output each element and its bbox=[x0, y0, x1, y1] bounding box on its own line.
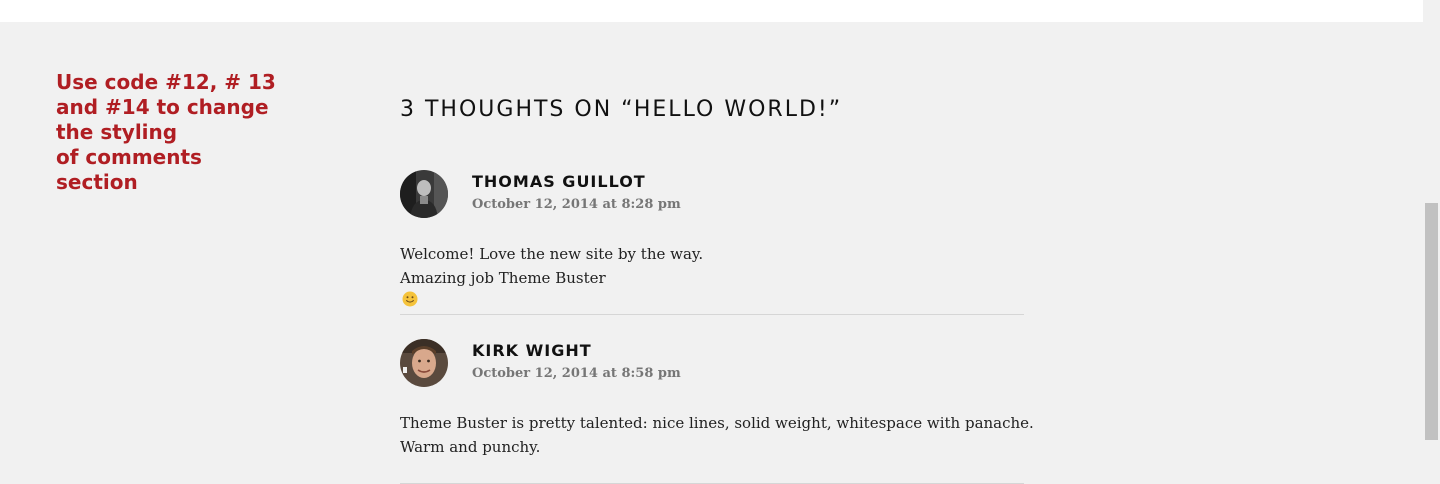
avatar[interactable] bbox=[400, 339, 448, 387]
comment-date[interactable]: October 12, 2014 at 8:58 pm bbox=[472, 366, 681, 381]
comment-date[interactable]: October 12, 2014 at 8:28 pm bbox=[472, 197, 681, 212]
annotation-line: the styling bbox=[56, 120, 178, 144]
comment-line: Warm and punchy. bbox=[400, 438, 541, 456]
annotation-line: section bbox=[56, 170, 138, 194]
annotation-note: Use code #12, # 13 and #14 to change the… bbox=[56, 70, 296, 195]
comment-line-text: Amazing job Theme Buster bbox=[400, 269, 606, 287]
page: Use code #12, # 13 and #14 to change the… bbox=[0, 0, 1440, 484]
comment-author[interactable]: THOMAS GUILLOT bbox=[472, 172, 646, 191]
scrollbar[interactable] bbox=[1423, 0, 1440, 484]
comment-body: Theme Buster is pretty talented: nice li… bbox=[400, 411, 1034, 459]
comments-title: 3 THOUGHTS ON “HELLO WORLD!” bbox=[400, 97, 843, 122]
header-strip bbox=[0, 0, 1423, 22]
scrollbar-thumb[interactable] bbox=[1425, 203, 1438, 440]
annotation-line: and #14 to change bbox=[56, 95, 269, 119]
comment-body: Welcome! Love the new site by the way. A… bbox=[400, 242, 704, 307]
annotation-line: of comments bbox=[56, 145, 202, 169]
comment-line: Welcome! Love the new site by the way. bbox=[400, 245, 704, 263]
comment-line: Amazing job Theme Buster bbox=[400, 266, 703, 307]
comment-line: Theme Buster is pretty talented: nice li… bbox=[400, 414, 1034, 432]
avatar[interactable] bbox=[400, 170, 448, 218]
annotation-line: Use code #12, # 13 bbox=[56, 70, 276, 94]
slightly-smiling-face-icon bbox=[402, 290, 418, 307]
comment-divider bbox=[400, 314, 1024, 315]
comment-author[interactable]: KIRK WIGHT bbox=[472, 341, 592, 360]
